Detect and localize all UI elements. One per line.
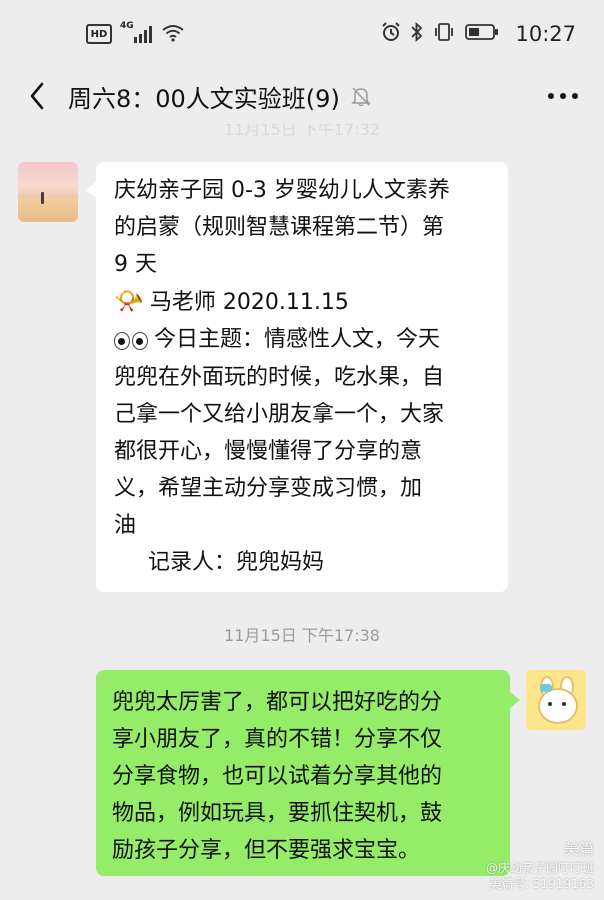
message-line: 励孩子分享，但不要强求宝宝。	[112, 838, 421, 863]
watermark-id: 美篇号: 51919163	[489, 877, 594, 891]
message-line: 兜兜太厉害了，都可以把好吃的分	[112, 690, 443, 715]
message-line: 今日主题：情感性人文，今天	[154, 327, 441, 352]
message-line: 义，希望主动分享变成习惯，加	[114, 475, 423, 501]
message-line: 兜兜在外面玩的时候，吃水果，自	[114, 364, 445, 390]
watermark: 美篇 @庆幼亲子园叮叮班 美篇号: 51919163	[486, 841, 594, 892]
hd-icon: HD	[86, 24, 112, 44]
message-line: 物品，例如玩具，要抓住契机，鼓	[112, 801, 443, 826]
watermark-author: @庆幼亲子园叮叮班	[485, 861, 594, 875]
signal-icon: 4G	[120, 21, 152, 43]
status-bar: HD 4G 10:27	[0, 0, 604, 68]
chat-header: 周六8：00人文实验班(9)	[0, 68, 604, 124]
partial-timestamp: 11月15日 下午17:32	[224, 124, 380, 139]
message-line: 分享食物，也可以试着分享其他的	[112, 764, 443, 789]
message-line: 油	[114, 512, 137, 538]
chat-area[interactable]: 11月15日 下午17:32 庆幼亲子园 0-3 岁婴幼儿人文素养 的启蒙（规则…	[0, 124, 604, 900]
speaker-icon: 📯	[114, 287, 144, 315]
message-line-with-speaker: 📯 马老师 2020.11.15	[114, 283, 496, 321]
status-right: 10:27	[381, 21, 576, 47]
message-timestamp: 11月15日 下午17:38	[224, 626, 380, 645]
sender-avatar[interactable]	[18, 162, 78, 222]
alarm-icon	[381, 21, 401, 47]
vibrate-icon	[433, 22, 455, 47]
message-line: 9 天	[114, 252, 157, 277]
wifi-icon	[162, 24, 184, 45]
message-line-with-eyes: 今日主题：情感性人文，今天	[114, 321, 496, 359]
battery-icon	[465, 23, 499, 46]
more-icon[interactable]	[542, 87, 584, 105]
message-line: 享小朋友了，真的不错！分享不仅	[112, 727, 443, 752]
message-line: 记录人：兜兜妈妈	[148, 549, 325, 575]
message-line: 庆幼亲子园 0-3 岁婴幼儿人文素养	[114, 178, 450, 203]
bluetooth-icon	[411, 21, 423, 47]
mute-bell-icon	[348, 83, 374, 109]
message-line: 马老师 2020.11.15	[149, 290, 349, 315]
chat-title: 周六8：00人文实验班(9)	[68, 84, 340, 113]
status-left: HD 4G	[86, 21, 184, 45]
message-line: 的启蒙（规则智慧课程第二节）第	[114, 215, 445, 240]
outgoing-message-bubble[interactable]: 兜兜太厉害了，都可以把好吃的分 享小朋友了，真的不错！分享不仅 分享食物，也可以…	[96, 670, 520, 876]
eyes-icon	[114, 322, 150, 359]
back-icon[interactable]	[20, 79, 54, 113]
my-avatar[interactable]	[526, 670, 586, 730]
message-line: 都很开心，慢慢懂得了分享的意	[114, 438, 423, 464]
network-type-label: 4G	[120, 21, 134, 31]
incoming-message-bubble[interactable]: 庆幼亲子园 0-3 岁婴幼儿人文素养 的启蒙（规则智慧课程第二节）第 9 天 📯…	[86, 162, 508, 592]
watermark-logo: 美篇	[563, 840, 594, 858]
clock-time: 10:27	[515, 22, 576, 46]
message-line: 己拿一个又给小朋友拿一个，大家	[114, 401, 445, 427]
